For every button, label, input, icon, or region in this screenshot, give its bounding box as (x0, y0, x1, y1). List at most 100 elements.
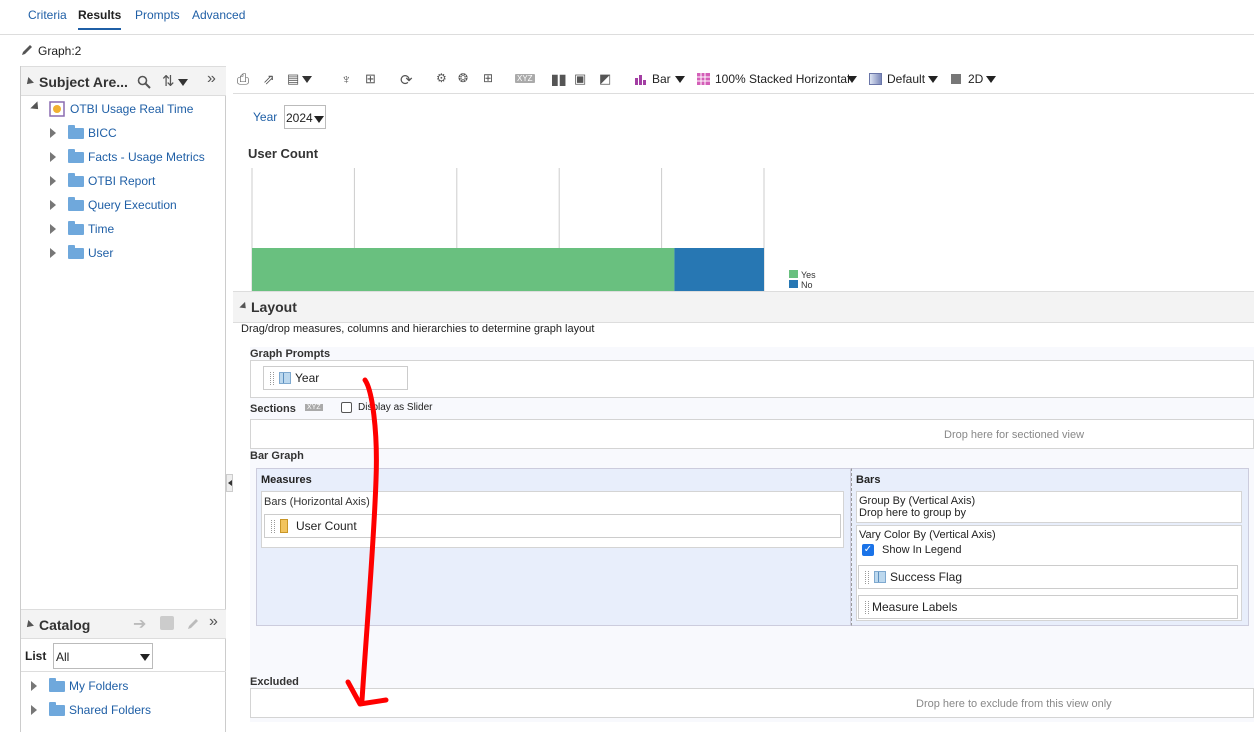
tree-folder-facts-usage-metrics[interactable]: Facts - Usage Metrics (88, 149, 205, 165)
export-icon[interactable]: ⇗ (263, 71, 275, 88)
legend-label-yes: Yes (801, 270, 816, 280)
tab-criteria[interactable]: Criteria (28, 8, 67, 22)
prompt-label: Year (253, 110, 278, 124)
sort-icon[interactable]: ⇅ (162, 72, 188, 90)
dropdown-arrow-icon (928, 76, 938, 84)
pencil-icon[interactable] (186, 617, 200, 631)
frame-icon[interactable]: ▣ (574, 71, 586, 87)
catalog-folder-shared-folders[interactable]: Shared Folders (69, 702, 151, 718)
folder-icon (68, 245, 84, 259)
bars-panel: Bars Group By (Vertical Axis) Drop here … (851, 468, 1249, 626)
refresh-icon[interactable]: ⟳ (400, 71, 413, 89)
measure-labels-chip-label: Measure Labels (872, 600, 958, 614)
list-select-value: All (56, 650, 70, 664)
expand-icon[interactable] (50, 200, 56, 210)
pencil-icon[interactable] (20, 43, 34, 57)
catalog-title: Catalog (39, 617, 91, 633)
tab-prompts[interactable]: Prompts (135, 8, 180, 22)
group-by-drop-text: Drop here to group by (859, 507, 967, 519)
dimension-label: 2D (968, 72, 984, 86)
bar-graph-label: Bar Graph (250, 450, 304, 462)
tree-root[interactable]: OTBI Usage Real Time (70, 101, 193, 117)
view-actions-icon[interactable]: ▤ (287, 71, 313, 87)
format-icon[interactable]: ⚙ (436, 71, 447, 85)
bar-segment-yes[interactable] (252, 248, 675, 291)
collapse-icon[interactable] (24, 620, 34, 630)
folder-icon (49, 678, 65, 692)
divider (21, 671, 226, 672)
folder-icon (68, 197, 84, 211)
year-prompt-select[interactable]: 2024 (284, 105, 326, 129)
xyz-icon[interactable]: XYZ (305, 404, 323, 411)
group-by-drop[interactable]: Group By (Vertical Axis) Drop here to gr… (856, 491, 1242, 523)
catalog-action-icon[interactable] (160, 616, 174, 630)
drag-handle-icon[interactable] (865, 601, 869, 614)
dropdown-arrow-icon (675, 76, 685, 84)
show-in-legend-checkbox[interactable]: ✓ (862, 544, 874, 556)
group-by-label: Group By (Vertical Axis) (859, 495, 976, 507)
sections-label: Sections (250, 403, 296, 415)
tree-expanded-icon[interactable] (30, 101, 42, 113)
expand-icon[interactable] (50, 152, 56, 162)
catalog-folder-my-folders[interactable]: My Folders (69, 678, 128, 694)
properties-icon[interactable]: ❂ (458, 71, 468, 85)
drill-icon[interactable]: ♆ (341, 71, 352, 87)
excluded-drop-text: Drop here to exclude from this view only (916, 698, 1112, 710)
tab-bar: Criteria Results Prompts Advanced (0, 0, 1254, 34)
column-icon (874, 571, 886, 583)
print-icon[interactable]: ⎙ (237, 71, 249, 88)
graph-prompts-label: Graph Prompts (250, 348, 331, 360)
measures-title: Measures (261, 474, 312, 486)
show-in-legend-label: Show In Legend (882, 544, 962, 556)
arrow-right-icon[interactable]: ➔ (133, 614, 146, 634)
tree-folder-otbi-report[interactable]: OTBI Report (88, 173, 155, 189)
legend-label-no: No (801, 280, 813, 290)
list-label: List (25, 649, 47, 663)
xyz-icon[interactable]: XYZ (515, 74, 535, 83)
expand-pane-icon[interactable]: » (209, 613, 218, 631)
expand-icon[interactable] (50, 248, 56, 258)
collapse-icon[interactable] (239, 301, 249, 312)
subject-area-title: Subject Are... (39, 74, 128, 90)
graph-toolbar: ⎙ ⇗ ▤ ♆ ⊞ ⟳ ⚙ ❂ ⊞ XYZ ▮▮ ▣ ◩ Bar 100% St… (233, 66, 1254, 94)
bars-title: Bars (856, 474, 881, 486)
tree-folder-time[interactable]: Time (88, 221, 114, 237)
tree-folder-bicc[interactable]: BICC (88, 125, 117, 141)
bar-chart: YesNo (251, 168, 816, 291)
drag-handle-icon[interactable] (271, 520, 275, 533)
expand-icon[interactable] (31, 705, 37, 715)
expand-icon[interactable] (50, 224, 56, 234)
legend-swatch-yes (789, 270, 798, 278)
expand-pane-icon[interactable]: » (207, 70, 216, 88)
pivot-icon[interactable]: ⊞ (365, 71, 376, 87)
expand-icon[interactable] (50, 176, 56, 186)
bar-type-icon (635, 75, 646, 85)
layout-header: Layout (233, 291, 1254, 323)
bar-chart-icon[interactable]: ▮▮ (551, 71, 566, 88)
tree-folder-user[interactable]: User (88, 245, 113, 261)
expand-icon[interactable] (31, 681, 37, 691)
search-icon[interactable] (137, 75, 151, 89)
year-prompt-value: 2024 (286, 111, 313, 125)
collapse-icon[interactable] (24, 77, 34, 87)
tab-advanced[interactable]: Advanced (192, 8, 245, 22)
chart-title: User Count (248, 146, 319, 161)
drag-handle-icon[interactable] (865, 571, 869, 584)
insert-icon[interactable]: ⊞ (483, 71, 493, 85)
graph-type-label: Bar (652, 72, 671, 86)
list-select[interactable]: All (53, 643, 153, 669)
splitter-handle[interactable] (226, 474, 233, 492)
dropdown-arrow-icon (314, 116, 324, 124)
tab-results[interactable]: Results (78, 8, 122, 30)
success-flag-chip[interactable]: Success Flag (858, 565, 1238, 589)
zoom-icon[interactable]: ◩ (599, 71, 611, 87)
bar-segment-no[interactable] (674, 248, 764, 291)
measure-labels-chip[interactable]: Measure Labels (858, 595, 1238, 619)
view-title-text: Graph:2 (38, 44, 82, 58)
drag-handle-icon[interactable] (270, 372, 274, 385)
expand-icon[interactable] (50, 128, 56, 138)
folder-icon (68, 125, 84, 139)
dropdown-arrow-icon (140, 654, 150, 662)
tree-folder-query-execution[interactable]: Query Execution (88, 197, 177, 213)
folder-icon (68, 149, 84, 163)
